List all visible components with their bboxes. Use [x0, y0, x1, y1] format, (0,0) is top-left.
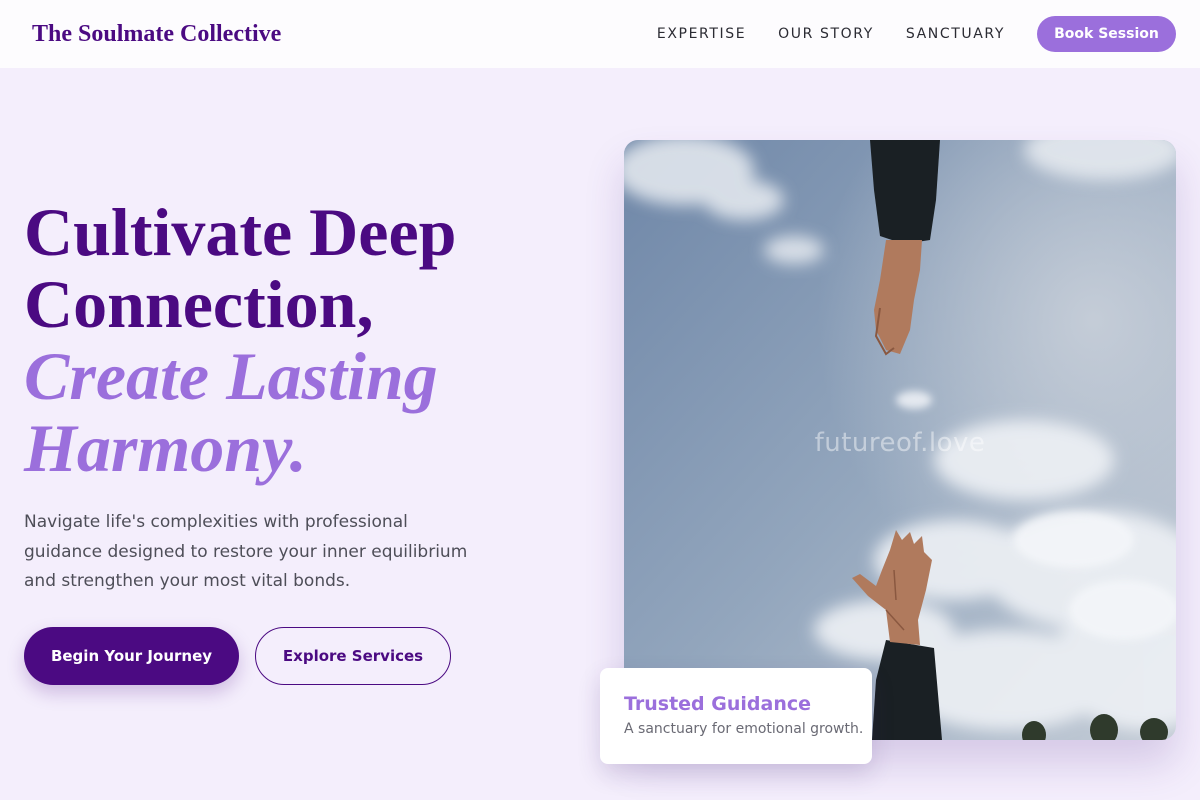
site-header: The Soulmate Collective EXPERTISE OUR ST…: [0, 0, 1200, 68]
nav-our-story[interactable]: OUR STORY: [778, 26, 874, 42]
nav-expertise[interactable]: EXPERTISE: [657, 26, 746, 42]
hero-photo: futureof.love: [624, 140, 1176, 740]
image-watermark: futureof.love: [814, 428, 986, 458]
explore-services-button[interactable]: Explore Services: [255, 627, 451, 685]
card-title: Trusted Guidance: [624, 693, 811, 715]
book-session-button[interactable]: Book Session: [1037, 16, 1176, 52]
hero-title: Cultivate Deep Connection, Create Lastin…: [24, 196, 544, 484]
main-nav: EXPERTISE OUR STORY SANCTUARY Book Sessi…: [657, 16, 1176, 52]
hero-title-line: Connection,: [24, 266, 374, 342]
hero-title-line: Cultivate Deep: [24, 194, 457, 270]
begin-journey-button[interactable]: Begin Your Journey: [24, 627, 239, 685]
hero-description: Navigate life's complexities with profes…: [24, 512, 468, 591]
trusted-guidance-card: Trusted Guidance A sanctuary for emotion…: [600, 668, 872, 764]
hero-title-accent-line: Create Lasting: [24, 338, 438, 414]
hero-title-accent-line: Harmony.: [24, 410, 307, 486]
brand-logo[interactable]: The Soulmate Collective: [32, 21, 281, 48]
nav-sanctuary[interactable]: SANCTUARY: [906, 26, 1005, 42]
card-subtitle: A sanctuary for emotional growth.: [624, 721, 864, 737]
